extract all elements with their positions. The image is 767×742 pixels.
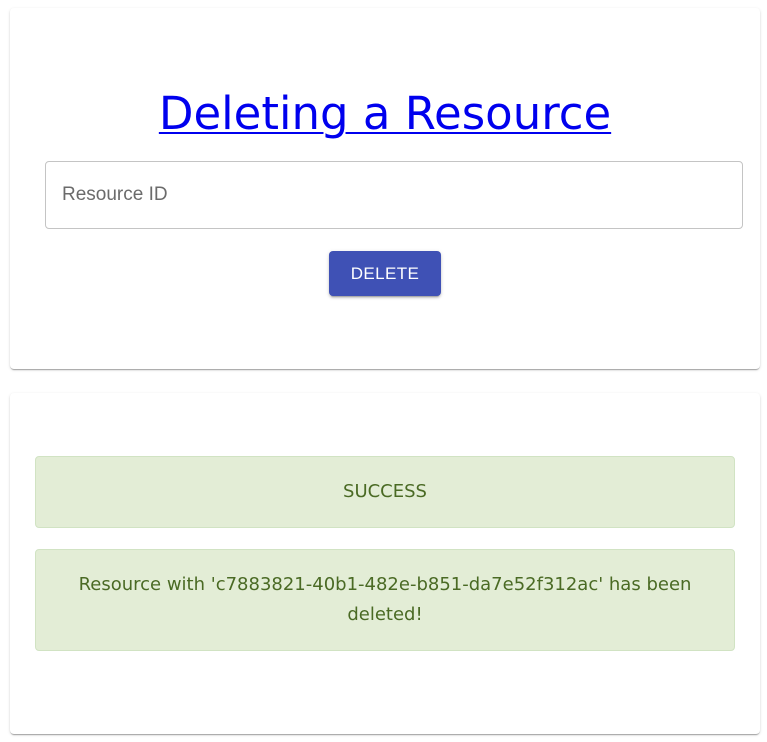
- resource-id-input[interactable]: [46, 162, 742, 228]
- resource-id-field[interactable]: [45, 161, 743, 229]
- result-message-text: Resource with 'c7883821-40b1-482e-b851-d…: [78, 574, 692, 625]
- status-text: SUCCESS: [343, 481, 427, 502]
- status-alert: SUCCESS: [35, 456, 735, 528]
- result-card: SUCCESS Resource with 'c7883821-40b1-482…: [10, 393, 760, 734]
- delete-form-card: Deleting a Resource DELETE: [10, 8, 760, 369]
- delete-button[interactable]: DELETE: [329, 251, 441, 296]
- page-title-link[interactable]: Deleting a Resource: [10, 84, 760, 144]
- result-message-alert: Resource with 'c7883821-40b1-482e-b851-d…: [35, 549, 735, 651]
